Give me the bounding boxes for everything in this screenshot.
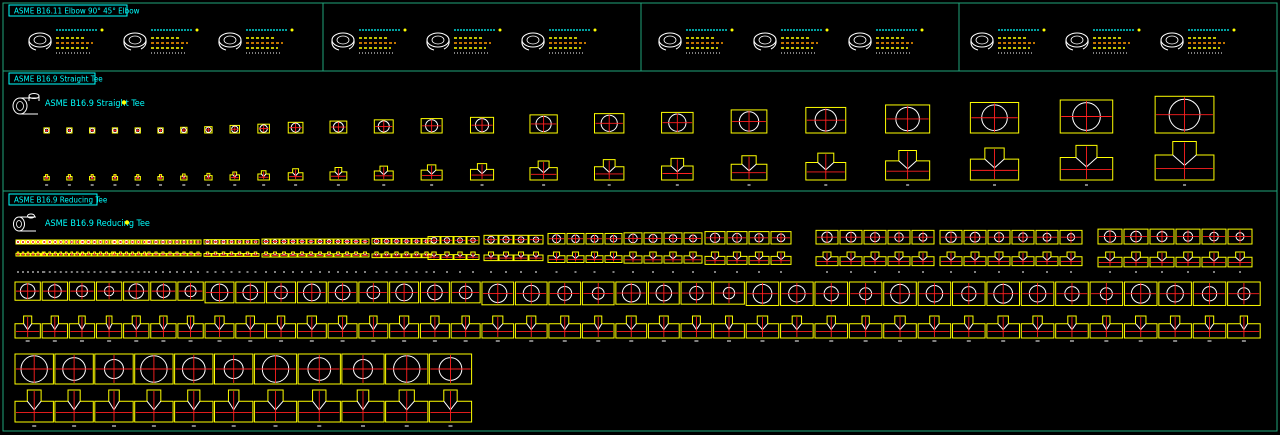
straight-tee-top-view [66, 127, 73, 134]
drawing-background [0, 0, 1280, 435]
elbow-section-tab[interactable]: ASME B16.11 Elbow 90° 45° Elbow [8, 4, 140, 17]
straight-tee-top-view [89, 127, 96, 134]
straight-tee-top-view [43, 127, 50, 134]
straight-tee-label: ASME B16.9 Straight Tee [45, 99, 145, 109]
elbow-section-title: ASME B16.11 Elbow 90° 45° Elbow [14, 7, 140, 16]
straight-tee-section-title: ASME B16.9 Straight Tee [14, 75, 103, 84]
straight-tee-marker-icon [121, 100, 127, 105]
straight-tee-top-view [157, 127, 164, 134]
reducing-tee-marker-icon [124, 220, 130, 225]
straight-tee-section-tab[interactable]: ASME B16.9 Straight Tee [8, 72, 103, 85]
reducing-tee-section-title: ASME B16.9 Reducing Tee [14, 196, 108, 205]
cad-drawing-canvas: ASME B16.11 Elbow 90° 45° Elbow ASME B16… [0, 0, 1280, 435]
straight-tee-top-view [111, 127, 119, 134]
straight-tee-top-view [134, 127, 141, 134]
reducing-tee-label: ASME B16.9 Reducing Tee [45, 219, 150, 229]
reducing-tee-top-view [15, 239, 21, 245]
reducing-tee-section-tab[interactable]: ASME B16.9 Reducing Tee [8, 193, 108, 206]
